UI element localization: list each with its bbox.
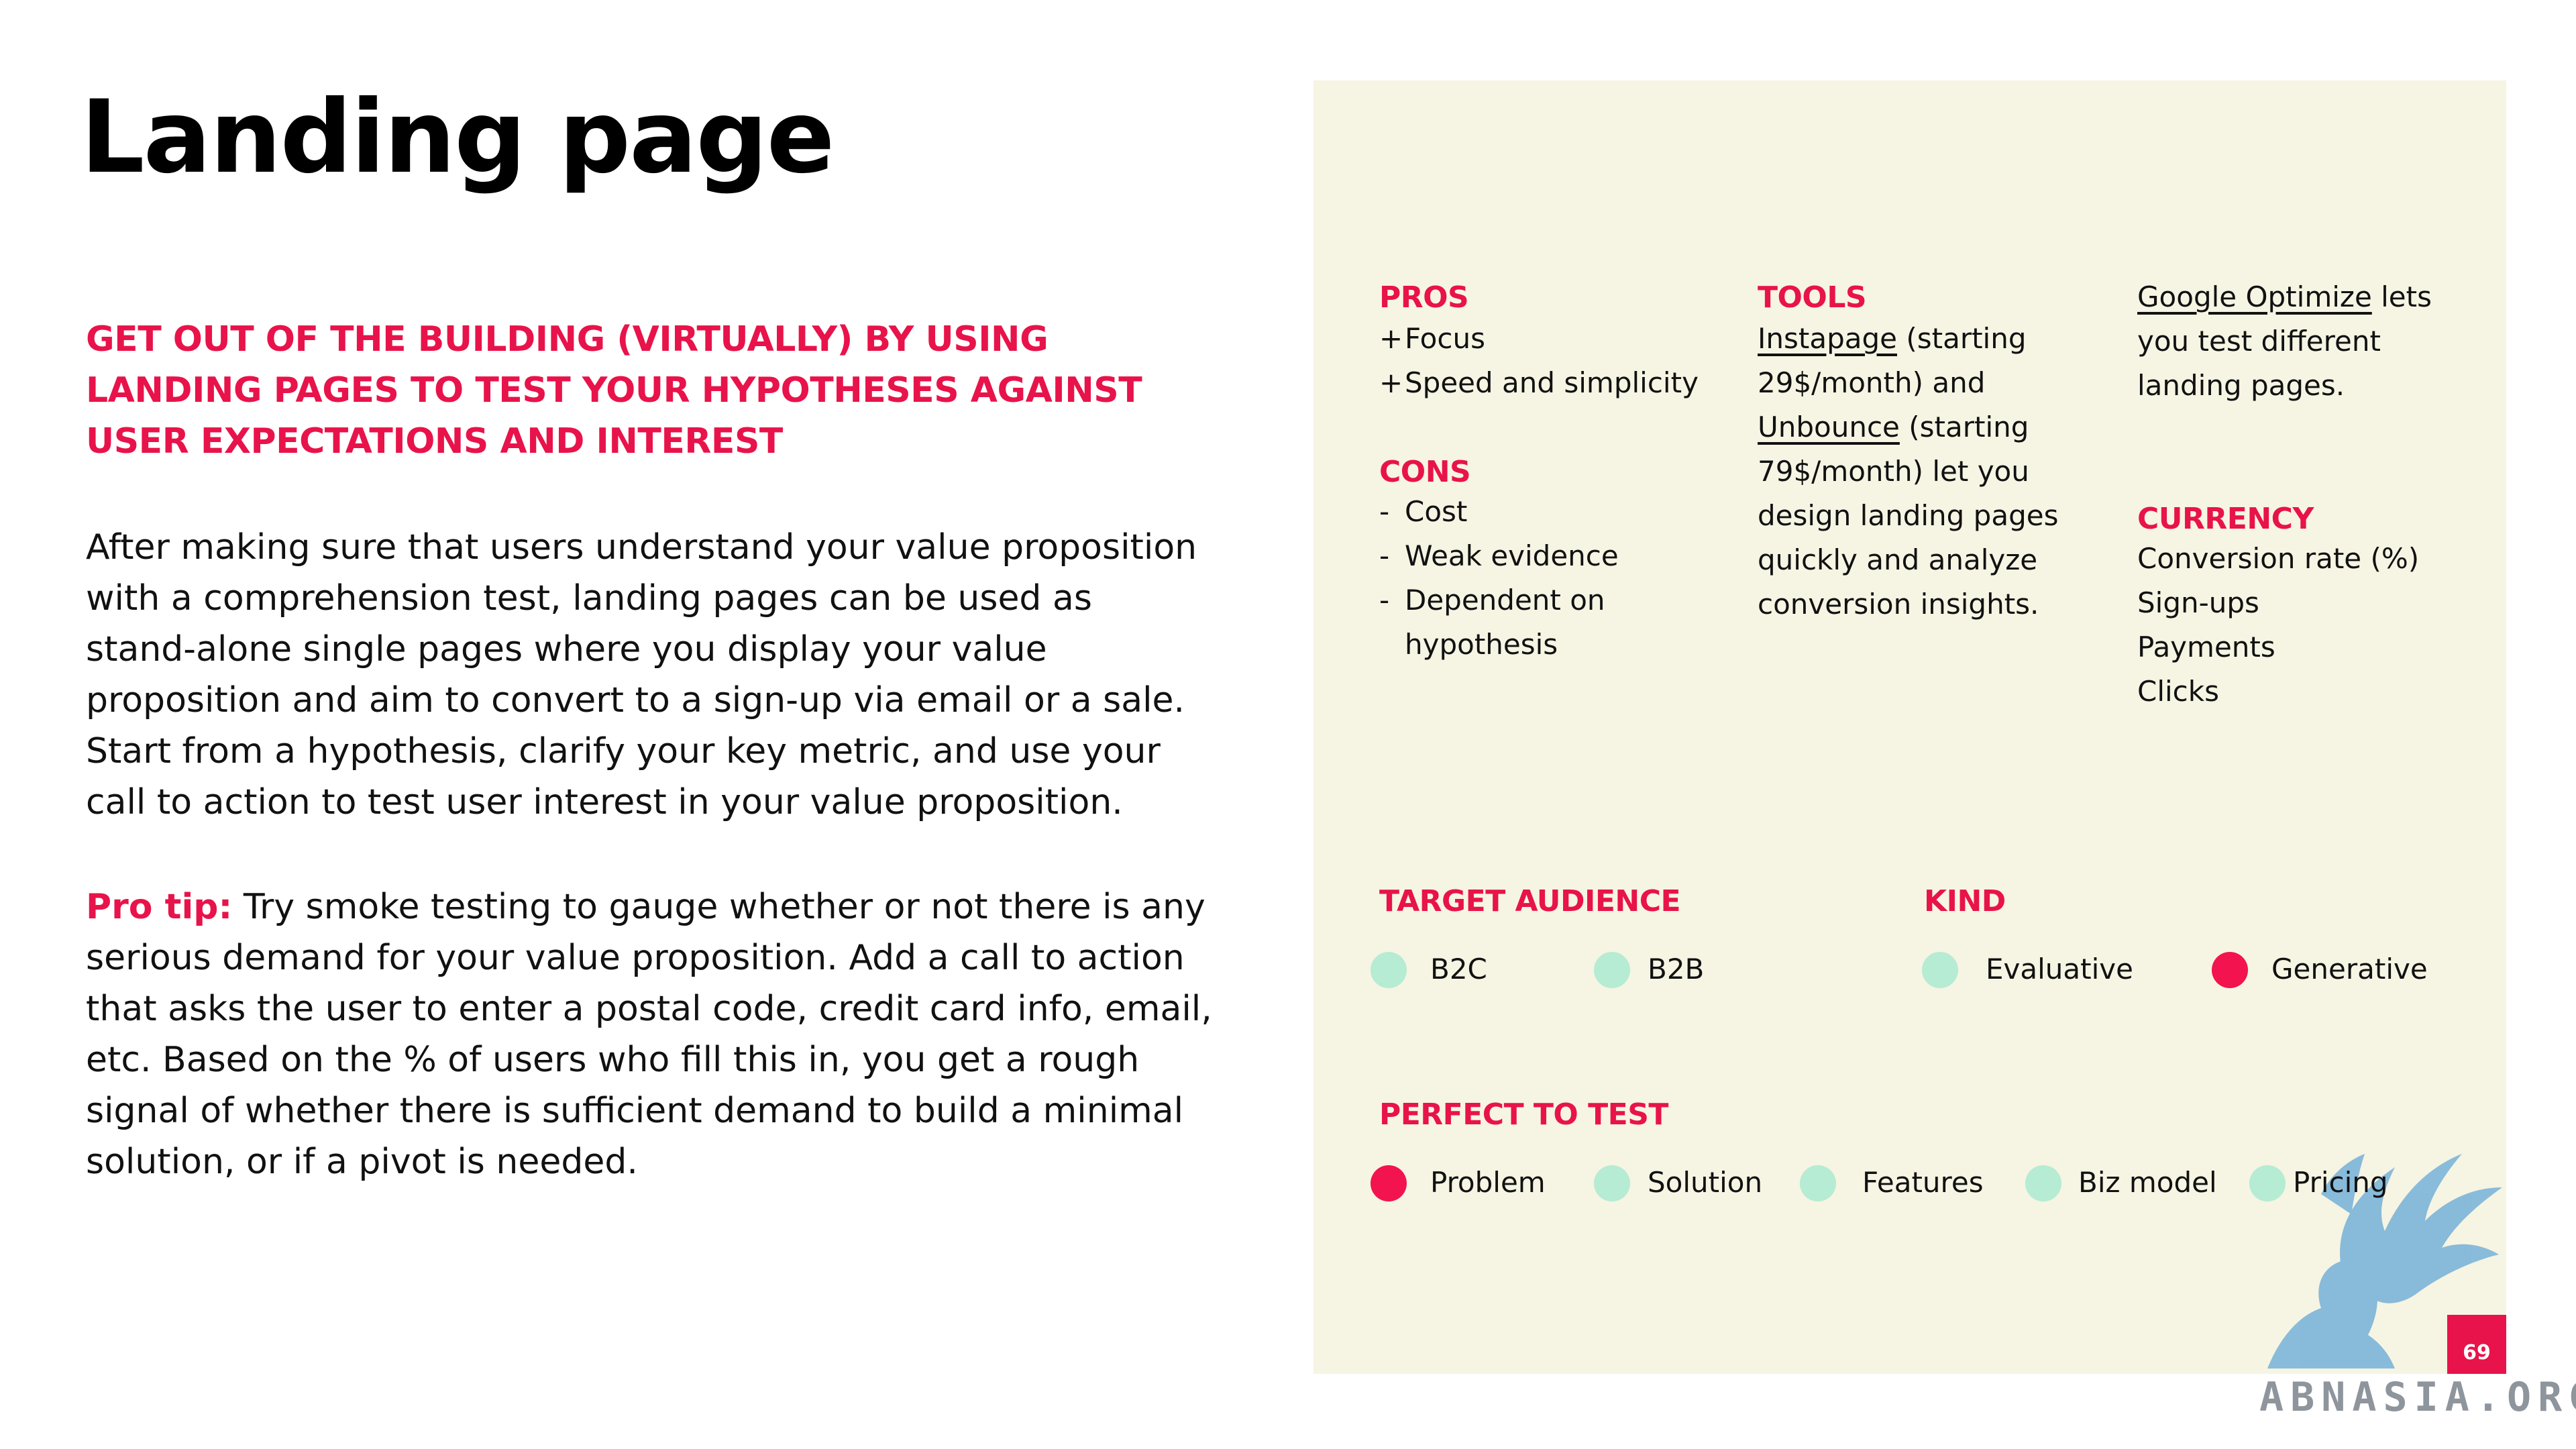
page-title: Landing page xyxy=(80,79,835,196)
pros-list: + Focus + Speed and simplicity xyxy=(1379,317,1755,405)
list-item: - Weak evidence xyxy=(1379,534,1688,578)
google-optimize-link[interactable]: Google Optimize xyxy=(2137,280,2372,313)
b2b-dot xyxy=(1594,952,1630,988)
generative-label: Generative xyxy=(2271,953,2428,985)
solution-label: Solution xyxy=(1648,1166,1763,1199)
evaluative-label: Evaluative xyxy=(1986,953,2133,985)
bullet-dash: - xyxy=(1379,584,1390,616)
b2c-label: B2C xyxy=(1430,953,1487,985)
currency-label: CURRENCY xyxy=(2137,502,2314,536)
perfect-to-test-label: PERFECT TO TEST xyxy=(1379,1097,1668,1132)
list-item: Conversion rate (%) xyxy=(2137,542,2420,575)
features-label: Features xyxy=(1862,1166,1984,1199)
list-item-text: Cost xyxy=(1405,495,1468,528)
subheading: GET OUT OF THE BUILDING (VIRTUALLY) BY U… xyxy=(86,319,1142,462)
body-paragraph: After making sure that users understand … xyxy=(86,527,1197,822)
list-item: Clicks xyxy=(2137,675,2219,708)
list-item: Payments xyxy=(2137,631,2275,663)
evaluative-dot xyxy=(1922,952,1958,988)
biz-model-dot xyxy=(2025,1165,2061,1201)
generative-dot xyxy=(2212,952,2248,988)
bullet-plus: + xyxy=(1379,322,1403,355)
list-item: Sign-ups xyxy=(2137,586,2259,619)
list-item-text: Weak evidence xyxy=(1405,539,1619,572)
unbounce-link[interactable]: Unbounce xyxy=(1758,411,1900,443)
page-number-badge: 69 xyxy=(2447,1315,2506,1374)
tools-label: TOOLS xyxy=(1758,280,1867,315)
cons-label: CONS xyxy=(1379,455,1471,489)
google-optimize-text: Google Optimize lets you test different … xyxy=(2137,275,2473,408)
kind-label: KIND xyxy=(1924,884,2006,918)
list-item: - Dependent on hypothesis xyxy=(1379,578,1688,667)
list-item: + Focus xyxy=(1379,317,1755,361)
bullet-dash: - xyxy=(1379,539,1390,572)
page-number: 69 xyxy=(2463,1341,2491,1364)
currency-list: Conversion rate (%) Sign-ups Payments Cl… xyxy=(2137,537,2486,714)
biz-model-label: Biz model xyxy=(2078,1166,2217,1199)
list-item: + Speed and simplicity xyxy=(1379,361,1755,405)
b2c-dot xyxy=(1371,952,1407,988)
features-dot xyxy=(1800,1165,1836,1201)
instapage-link[interactable]: Instapage xyxy=(1758,322,1897,355)
pro-tip-text: Try smoke testing to gauge whether or no… xyxy=(86,887,1212,1182)
list-item: - Cost xyxy=(1379,490,1688,534)
bullet-plus: + xyxy=(1379,366,1403,399)
list-item-text: Focus xyxy=(1405,322,1485,355)
pros-label: PROS xyxy=(1379,280,1469,315)
list-item-text: Speed and simplicity xyxy=(1405,366,1699,399)
watermark-text: ABNASIA.ORG xyxy=(2259,1374,2576,1421)
cons-list: - Cost - Weak evidence - Dependent on hypot… xyxy=(1379,490,1688,667)
problem-label: Problem xyxy=(1430,1166,1546,1199)
tools-text: Instapage (starting 29$/month) and Unbou… xyxy=(1758,317,2106,627)
problem-dot xyxy=(1371,1165,1407,1201)
b2b-label: B2B xyxy=(1648,953,1705,985)
bullet-dash: - xyxy=(1379,495,1390,528)
list-item-text: Dependent on hypothesis xyxy=(1405,584,1605,661)
pro-tip-paragraph: Pro tip: Try smoke testing to gauge whet… xyxy=(86,881,1213,1187)
pricing-label: Pricing xyxy=(2293,1166,2388,1199)
target-audience-label: TARGET AUDIENCE xyxy=(1379,884,1681,918)
solution-dot xyxy=(1594,1165,1630,1201)
pro-tip-label: Pro tip: xyxy=(86,887,233,927)
